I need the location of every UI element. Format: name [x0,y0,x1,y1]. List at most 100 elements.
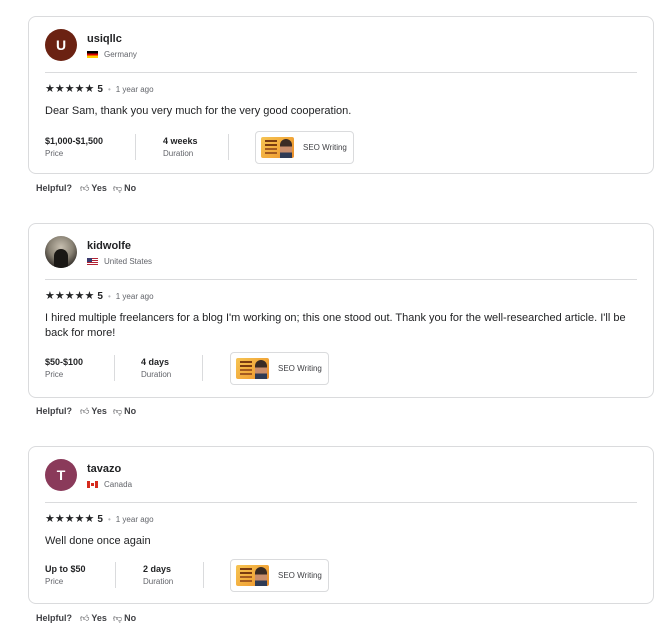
helpful-no-button[interactable]: 👎︎ No [113,613,136,624]
star-rating: ★ ★ ★ ★ ★ [45,289,95,302]
helpful-row: Helpful? 👍︎ Yes 👎︎ No [36,612,142,624]
helpful-no-button[interactable]: 👎︎ No [113,183,136,194]
gig-thumbnail [236,357,269,379]
review-text: Dear Sam, thank you very much for the ve… [45,105,352,117]
star-icon: ★ [45,512,55,525]
helpful-row: Helpful? 👍︎ Yes 👎︎ No [36,182,142,194]
star-icon: ★ [54,289,65,302]
metric-divider [228,134,229,160]
helpful-yes-button[interactable]: 👍︎ Yes [80,613,107,624]
star-icon: ★ [84,512,95,525]
separator-dot: • [107,84,111,94]
price-metric: $50-$100 Price [45,355,114,381]
review-item: T tavazo Canada ★ ★ ★ ★ ★ 5 • 1 year ago Wel… [28,446,654,623]
gig-card[interactable]: SEO Writing [255,130,354,164]
duration-label: Duration [143,577,174,586]
review-item: U usiqllc Germany ★ ★ ★ ★ ★ 5 • 1 year ago D… [28,16,654,193]
rating-score: 5 [97,290,103,302]
duration-metric: 2 days Duration [116,562,203,588]
gig-title: SEO Writing [278,363,322,373]
country-name: United States [104,256,153,266]
helpful-yes-button[interactable]: 👍︎ Yes [80,406,107,417]
duration-metric: 4 weeks Duration [136,134,228,160]
country-name: Germany [104,49,137,59]
thumbs-up-icon: 👍︎ [80,612,90,623]
divider [45,279,637,280]
review-time: 1 year ago [115,514,154,524]
price-metric: Up to $50 Price [45,562,115,588]
thumbs-up-icon: 👍︎ [80,182,90,193]
star-icon: ★ [74,289,85,302]
price-value: Up to $50 [45,564,86,574]
reviewer-name[interactable]: usiqllc [87,32,137,46]
reviewer-country: United States [87,257,152,266]
gig-card[interactable]: SEO Writing [230,351,329,385]
duration-label: Duration [163,149,194,158]
helpful-label: Helpful? [36,406,72,416]
review-time: 1 year ago [115,291,154,301]
helpful-yes-button[interactable]: 👍︎ Yes [80,183,107,194]
united-states-flag-icon [87,257,98,265]
divider [45,502,637,503]
thumbs-down-icon: 👎︎ [112,405,123,416]
star-rating: ★ ★ ★ ★ ★ [45,82,95,95]
reviewer-name[interactable]: tavazo [87,462,132,476]
reviewer-info: kidwolfe United States [45,235,152,269]
thumbs-down-icon: 👎︎ [112,182,123,193]
star-icon: ★ [74,512,85,525]
star-rating: ★ ★ ★ ★ ★ [45,512,95,525]
thumbs-down-icon: 👎︎ [112,612,123,623]
price-value: $1,000-$1,500 [45,136,104,146]
gig-title: SEO Writing [278,570,322,580]
review-item: kidwolfe United States ★ ★ ★ ★ ★ 5 • 1 year … [28,223,654,416]
price-label: Price [45,149,64,158]
country-name: Canada [104,479,133,489]
thumbs-up-icon: 👍︎ [80,405,90,416]
gig-title: SEO Writing [303,142,347,152]
star-icon: ★ [45,289,55,302]
reviewer-country: Canada [87,480,132,489]
review-time: 1 year ago [115,84,154,94]
rating-score: 5 [97,513,103,525]
helpful-no-button[interactable]: 👎︎ No [113,406,136,417]
avatar[interactable] [45,236,77,268]
avatar[interactable]: T [45,459,77,491]
price-label: Price [45,370,64,379]
review-meta: $50-$100 Price 4 days Duration SEO Writi… [45,351,329,385]
review-text: Well done once again [45,535,151,547]
gig-thumbnail [236,564,269,586]
reviewer-country: Germany [87,50,137,59]
helpful-row: Helpful? 👍︎ Yes 👎︎ No [36,405,142,417]
review-meta: Up to $50 Price 2 days Duration SEO Writ… [45,558,329,592]
star-icon: ★ [64,82,75,95]
star-icon: ★ [84,289,95,302]
helpful-label: Helpful? [36,183,72,193]
avatar[interactable]: U [45,29,77,61]
reviewer-name[interactable]: kidwolfe [87,239,152,253]
separator-dot: • [107,291,111,301]
star-icon: ★ [84,82,95,95]
star-icon: ★ [54,82,65,95]
gig-thumbnail [261,136,294,158]
duration-value: 4 days [141,357,170,367]
rating-row: ★ ★ ★ ★ ★ 5 • 1 year ago [45,82,154,96]
price-value: $50-$100 [45,357,84,367]
star-icon: ★ [45,82,55,95]
review-card: U usiqllc Germany ★ ★ ★ ★ ★ 5 • 1 year ago D… [28,16,654,174]
star-icon: ★ [64,289,75,302]
helpful-label: Helpful? [36,613,72,623]
canada-flag-icon [87,480,98,488]
star-icon: ★ [64,512,75,525]
review-text: I hired multiple freelancers for a blog … [45,312,626,339]
reviewer-info: T tavazo Canada [45,458,132,492]
star-icon: ★ [54,512,65,525]
review-card: kidwolfe United States ★ ★ ★ ★ ★ 5 • 1 year … [28,223,654,398]
rating-score: 5 [97,83,103,95]
gig-card[interactable]: SEO Writing [230,558,329,592]
divider [45,72,637,73]
duration-value: 2 days [143,564,172,574]
separator-dot: • [107,514,111,524]
price-label: Price [45,577,64,586]
metric-divider [203,562,204,588]
reviewer-info: U usiqllc Germany [45,28,137,62]
